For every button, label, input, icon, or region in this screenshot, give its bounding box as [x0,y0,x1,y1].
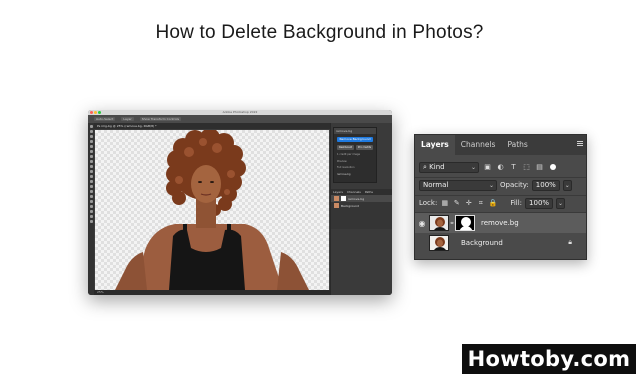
page-headline: How to Delete Background in Photos? [155,22,484,43]
mini-layer-name: Background [341,203,359,208]
tools-panel [88,123,94,295]
mini-layer-name: remove.bg [348,196,365,201]
opacity-dropdown-button[interactable]: ⌄ [562,179,572,191]
mini-layer-removebg[interactable]: remove.bg [331,195,392,202]
plugin-text-3: Full resolution [337,166,355,169]
blur-tool-icon[interactable] [89,185,93,188]
removebg-plugin-panel: remove.bg Remove Background Dashboard Pr… [333,127,377,183]
opacity-input[interactable]: 100% [531,179,560,191]
filter-toggle-icon[interactable] [550,164,556,170]
dashboard-button[interactable]: Dashboard [337,145,354,150]
options-bar: Auto-Select Layer Show Transform Control… [88,115,392,123]
crop-tool-icon[interactable] [89,145,93,148]
fill-label: Fill: [510,199,523,207]
divider [415,177,586,178]
filter-row: ⌕ Kind ⌄ ▣ ◐ T ⬚ ▤ [419,161,556,173]
layer-thumbnail [429,215,449,231]
eye-icon[interactable]: ◉ [415,219,429,228]
panel-menu-icon[interactable] [577,141,583,147]
blend-row: Normal ⌄ Opacity: 100% ⌄ [419,179,572,191]
marquee-tool-icon[interactable] [89,130,93,133]
layer-row-background[interactable]: Background 🔒︎ [415,233,586,253]
lock-label: Lock: [419,199,438,207]
layer-option[interactable]: Layer [121,117,134,121]
photoshop-window: Adobe Photoshop 2022 Auto-Select Layer S… [88,110,392,295]
lasso-tool-icon[interactable] [89,135,93,138]
remove-background-button[interactable]: Remove Background [337,137,373,142]
status-bar: 25% [94,290,330,295]
blend-mode-select[interactable]: Normal ⌄ [419,179,497,191]
lock-pixels-icon[interactable]: ✎ [452,199,461,208]
woman-cutout-image [115,130,309,290]
mini-layer-background[interactable]: Background [331,202,392,209]
transform-controls-option[interactable]: Show Transform Controls [139,117,182,121]
tab-paths[interactable]: Paths [501,135,533,155]
document-canvas[interactable] [95,130,329,290]
shape-filter-icon[interactable]: ⬚ [522,163,531,172]
type-filter-icon[interactable]: T [509,163,518,172]
pro-credits-button[interactable]: Pro credits [356,145,373,150]
mini-tab-layers[interactable]: Layers [333,190,343,194]
path-select-tool-icon[interactable] [89,205,93,208]
document-tab[interactable]: Ps img-bg @ 25% (remove.bg, RGB/8) * [94,123,330,129]
dodge-tool-icon[interactable] [89,190,93,193]
plugin-title: remove.bg [334,128,376,134]
mini-layer-mask [341,196,346,201]
image-filter-icon[interactable]: ▣ [483,163,492,172]
lock-transparency-icon[interactable]: ▦ [440,199,449,208]
filter-kind-label: Kind [429,162,445,171]
tab-layers[interactable]: Layers [415,135,455,155]
fill-input[interactable]: 100% [525,197,554,209]
chevron-down-icon: ⌄ [488,181,494,189]
layer-thumbnail [429,235,449,251]
right-dock: remove.bg Remove Background Dashboard Pr… [330,123,392,295]
lock-artboard-icon[interactable]: ⌗ [476,199,485,208]
eraser-tool-icon[interactable] [89,175,93,178]
history-brush-tool-icon[interactable] [89,170,93,173]
howtoby-logo: Howtoby.com [462,344,636,374]
search-icon: ⌕ [423,162,427,171]
fill-dropdown-button[interactable]: ⌄ [556,197,566,209]
auto-select-option[interactable]: Auto-Select [94,117,116,121]
plugin-text-2: Preview [337,159,347,163]
lock-all-icon[interactable]: 🔒 [488,199,497,208]
mini-tab-channels[interactable]: Channels [347,190,361,194]
blend-mode-value: Normal [423,180,449,189]
mini-layer-thumbnail [334,196,339,201]
smart-object-filter-icon[interactable]: ▤ [535,163,544,172]
filter-kind-select[interactable]: ⌕ Kind ⌄ [419,161,479,173]
adjustment-filter-icon[interactable]: ◐ [496,163,505,172]
opacity-label: Opacity: [500,181,529,189]
plugin-text-1: 1 credit per image [337,153,361,156]
mini-layer-thumbnail [334,203,339,208]
lock-row: Lock: ▦ ✎ ✛ ⌗ 🔒 Fill: 100% ⌄ [419,197,566,209]
pen-tool-icon[interactable] [89,195,93,198]
shape-tool-icon[interactable] [89,210,93,213]
gradient-tool-icon[interactable] [89,180,93,183]
move-tool-icon[interactable] [89,125,93,128]
stamp-tool-icon[interactable] [89,165,93,168]
divider [415,195,586,196]
mini-layers-panel: Layers Channels Paths remove.bg Backgrou… [331,189,392,229]
brush-tool-icon[interactable] [89,160,93,163]
layer-name: remove.bg [481,219,519,227]
eyedropper-tool-icon[interactable] [89,150,93,153]
mini-tab-paths[interactable]: Paths [365,190,373,194]
layers-panel-tabs: Layers Channels Paths [415,135,586,155]
tab-channels[interactable]: Channels [455,135,502,155]
type-tool-icon[interactable] [89,200,93,203]
layer-row-removebg[interactable]: ◉ ⚭ remove.bg [415,213,586,233]
layer-mask-thumbnail[interactable] [455,215,475,231]
quick-select-tool-icon[interactable] [89,140,93,143]
healing-tool-icon[interactable] [89,155,93,158]
hand-tool-icon[interactable] [89,215,93,218]
plugin-credits-label: remove.bg [337,172,351,176]
lock-position-icon[interactable]: ✛ [464,199,473,208]
zoom-tool-icon[interactable] [89,220,93,223]
chevron-down-icon: ⌄ [470,163,476,171]
layers-panel: Layers Channels Paths ⌕ Kind ⌄ ▣ ◐ T ⬚ ▤… [414,134,587,260]
layer-name: Background [461,239,503,247]
lock-icon: 🔒︎ [568,238,572,246]
